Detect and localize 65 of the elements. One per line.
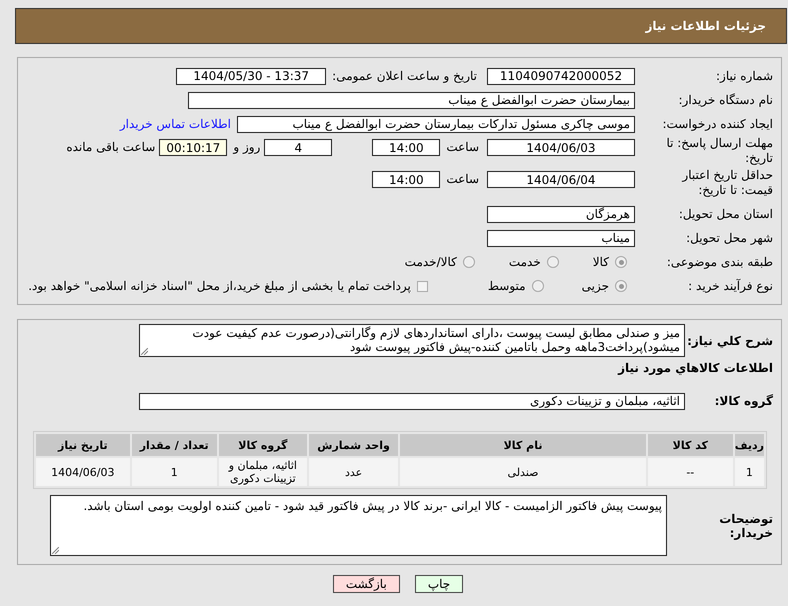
field-label: استان محل تحویل: [678,207,774,221]
column-header: کد کالا [648,434,733,456]
time-label: ساعت [446,140,479,154]
radio-button[interactable] [615,256,627,268]
text-field[interactable]: 14:00 [372,171,440,188]
text-field[interactable]: 1104090742000052 [487,68,635,84]
field-label: طبقه بندی موضوعی: [666,255,774,269]
radio-button[interactable] [615,280,627,292]
field-label: گروه کالا: [714,394,774,408]
text-field[interactable]: اثاثیه، مبلمان و تزیینات دکوری [139,392,685,410]
column-header: گروه کالا [218,434,307,456]
back-button[interactable]: بازگشت [332,575,400,593]
resize-grip-icon[interactable] [141,348,148,355]
text-field[interactable]: بیمارستان حضرت ابوالفضل ع میناب [188,92,635,108]
option-label: کالا [592,255,609,269]
table-cell: 1 [734,458,764,486]
section-heading: اطلاعات کالاهاي مورد نياز [616,360,774,375]
page-title: جزئیات اطلاعات نیاز [645,19,766,33]
text-field[interactable]: هرمزگان [487,206,635,222]
text-field[interactable]: 00:10:17 [159,139,228,156]
option-label: کالا/خدمت [404,255,457,269]
field-label: توضیحات خریدار: [718,512,774,540]
column-header: تاریخ نیاز [36,434,130,456]
field-label: حداقل تاریخ اعتبار قیمت: تا تاریخ: [680,168,774,198]
radio-button[interactable] [546,256,559,268]
column-header: واحد شمارش [308,434,398,456]
table-cell: اثاثیه، مبلمان و تزیینات دکوری [218,458,307,486]
field-label: مهلت ارسال پاسخ: تا تاریخ: [665,136,774,166]
field-label: شرح کلي نياز: [686,334,774,348]
time-label: ساعت [446,172,479,186]
radio-button[interactable] [532,280,544,292]
table-cell: صندلی [400,458,646,486]
radio-button[interactable] [462,256,475,268]
text-field[interactable]: 14:00 [372,139,440,156]
table-cell: 1 [132,458,217,486]
column-header: ردیف [734,434,764,456]
description-box[interactable]: میز و صندلی مطابق لیست پیوست ،دارای استانداردهای لازم وگارانتی(درصورت عدم کیفیت عودت میشود)پرداخت3ماهه وحمل باتامین کننده-پیش فاکتور پیوست شود [139,324,685,357]
table-cell: عدد [308,458,398,486]
table-cell: -- [648,458,733,486]
option-label: جزیی [582,279,609,293]
checkbox[interactable] [416,280,428,292]
field-label: تاریخ و ساعت اعلان عمومی: [332,69,477,83]
field-label: ایجاد کننده درخواست: [661,117,774,131]
field-label: شهر محل تحویل: [685,231,774,245]
table-cell: 1404/06/03 [36,458,130,486]
text-field[interactable]: میناب [487,230,635,246]
option-label: خدمت [508,255,541,269]
option-label: متوسط [488,279,526,293]
text-field[interactable]: 1404/05/30 - 13:37 [176,68,326,84]
print-button[interactable]: چاپ [414,575,464,593]
column-header: تعداد / مقدار [132,434,217,456]
resize-grip-icon[interactable] [52,547,59,554]
column-header: نام کالا [400,434,646,456]
days-label: روز و [233,140,260,154]
text-field[interactable]: 1404/06/04 [487,171,635,188]
field-label: نوع فرآیند خرید : [687,279,774,293]
text-field[interactable]: 1404/06/03 [487,139,635,156]
contact-link[interactable]: اطلاعات تماس خریدار [120,117,231,131]
remaining-label: ساعت باقی مانده [66,140,156,154]
text-field[interactable]: 4 [264,139,332,156]
text-field[interactable]: موسی چاکری مسئول تدارکات بیمارستان حضرت ابوالفضل ع میناب [237,116,635,132]
field-label: شماره نیاز: [715,69,774,83]
checkbox-label: پرداخت تمام یا بخشی از مبلغ خرید،از محل "اسناد خزانه اسلامی" خواهد بود. [28,279,411,293]
field-label: نام دستگاه خریدار: [678,93,774,107]
notes-box[interactable]: پیوست پیش فاکتور الزامیست - کالا ایرانی -برند کالا در پیش فاکتور قید شود - تامین کننده اولویت بومی استان باشد. [50,495,667,556]
